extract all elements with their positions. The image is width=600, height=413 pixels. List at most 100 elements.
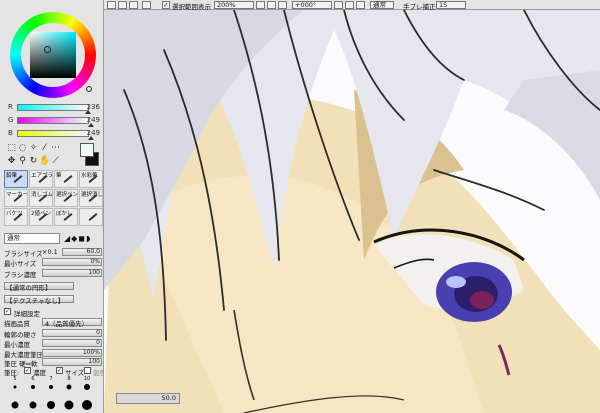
lasso-icon[interactable]: ◌ [17,143,28,155]
slider-r-bar[interactable] [17,104,89,111]
brush-cell[interactable]: 水彩筆 [79,170,103,188]
edge-row[interactable]: 輪郭の硬さ 0 [4,329,102,339]
brush-size-preset[interactable]: 6 [24,376,42,394]
brush-cell[interactable]: エアブラシ [29,170,53,188]
move-icon[interactable]: ✥ [6,156,17,168]
brush-size-label: ブラシサイズ [4,250,43,258]
show-selection-checkbox[interactable]: ✓ [162,1,170,9]
slider-g-bar[interactable] [17,117,89,124]
brush-cell[interactable]: 2値ペン [29,208,53,226]
brush-cell[interactable]: 選択消し [79,189,103,207]
brush-size-preset[interactable] [42,394,60,412]
brush-cell[interactable]: マーカー [4,189,28,207]
brush-dot-icon [49,385,53,389]
brush-grid: 鉛筆 エアブラシ筆 水彩筆マーカー消しゴム選択ペン選択消しバケツ2値ペンぼかし [4,170,103,226]
slider-g-label: G [8,116,14,124]
hue-cursor[interactable] [86,86,92,92]
toolbar-button-2[interactable] [118,1,127,9]
zoom-out-button[interactable] [256,1,265,9]
brush-cell[interactable]: 筆 [54,170,78,188]
rotation-select[interactable]: +000° [292,1,332,9]
min-density-label: 最小濃度 [4,341,30,349]
advanced-checkbox[interactable]: ✓ [4,308,11,315]
min-density-row[interactable]: 最小濃度 0 [4,339,102,349]
brush-size-row[interactable]: ブラシサイズ ×0.1 60.0 [4,248,102,258]
foreground-color-swatch[interactable] [80,143,94,157]
brush-cell-label: 鉛筆 [6,173,18,179]
magic-wand-icon[interactable]: ✧ [28,143,39,155]
pressure-size-checkbox[interactable]: ✓ [56,367,63,374]
stabilizer-select[interactable]: 15 [436,1,466,9]
pressure-row: 筆圧: ✓ 濃度 ✓ サイズ 混色 [4,367,106,377]
slider-r[interactable]: R 236 [2,102,102,114]
min-size-row[interactable]: 最小サイズ 0% [4,258,102,268]
brush-size-preset[interactable]: 5 [6,376,24,394]
brush-cell[interactable]: バケツ [4,208,28,226]
pressure-hardness-row[interactable]: 筆圧 硬⇔軟 100 [4,358,102,368]
hand-icon[interactable] [61,143,72,155]
brush-cell[interactable]: 鉛筆 [4,170,28,188]
saturation-value-square[interactable] [30,32,76,78]
text-icon[interactable]: ⋯ [50,143,61,155]
drawing-canvas[interactable] [104,10,600,413]
zoom-icon[interactable]: ⚲ [17,156,28,168]
rotate-reset-button[interactable] [356,1,365,9]
view-mode-select[interactable]: 通常 [370,1,394,9]
toolbar-button-4[interactable] [142,1,151,9]
max-pressure-value: 100% [82,349,100,356]
brush-cell[interactable]: 消しゴム [29,189,53,207]
min-density-bar[interactable] [42,339,102,347]
brush-size-preset[interactable]: 10 [78,376,96,394]
rotate-icon[interactable]: ↻ [28,156,39,168]
brush-size-status: 50.0 [116,393,180,404]
toolbar-button-1[interactable] [107,1,116,9]
zoom-in-button[interactable] [267,1,276,9]
zoom-select[interactable]: 200% [214,1,254,9]
min-size-value: 0% [90,258,100,265]
slider-g[interactable]: G 249 [2,115,102,127]
brush-size-preset[interactable]: 8 [60,376,78,394]
advanced-row[interactable]: ✓ 詳細設定 [4,308,102,318]
blend-mode-select[interactable]: 通常 [4,233,60,244]
brush-dot-icon [31,385,35,389]
rotate-left-button[interactable] [334,1,343,9]
max-pressure-row[interactable]: 最大濃度筆圧 100% [4,349,102,359]
eyedropper-icon[interactable]: ⟋ [50,156,61,168]
select-rect-icon[interactable]: ⬚ [6,143,17,155]
brush-cell[interactable]: ぼかし [54,208,78,226]
slider-b[interactable]: B 249 [2,128,102,140]
brush-size-preset-label: 10 [83,376,91,382]
sv-cursor[interactable] [44,46,51,53]
shape-row[interactable]: 【通常の円形】 [4,282,102,292]
zoom-reset-button[interactable] [278,1,287,9]
brush-size-mult[interactable]: ×0.1 [42,248,58,256]
brush-size-preset[interactable]: 7 [42,376,60,394]
brush-cell[interactable] [79,208,103,226]
slider-b-bar[interactable] [17,130,89,137]
rotate-right-button[interactable] [345,1,354,9]
brush-size-preset[interactable] [6,394,24,412]
toolbar-button-3[interactable] [129,1,138,9]
density-value: 100 [88,269,100,276]
brush-size-presets: 5 6 7 8 10 [6,376,100,412]
brush-size-preset-label: 5 [13,376,17,382]
top-toolbar: ✓ 選択範囲表示 200% +000° 通常 手ブレ補正 15 [104,0,600,11]
brush-size-preset[interactable] [78,394,96,412]
pressure-density-checkbox[interactable]: ✓ [24,367,31,374]
tool-panel: R 236 G 249 B 249 ⬚ ◌ ✧ ⁄ ⋯ ✥ ⚲ ↻ ✋ ⟋ 鉛筆… [0,0,106,413]
brush-size-preset[interactable] [60,394,78,412]
pressure-blend-checkbox[interactable] [84,367,91,374]
brush-dot-icon [66,384,72,390]
brush-tip-shapes[interactable]: ◢◆◼◗ [64,234,91,243]
density-row[interactable]: ブラシ濃度 100 [4,269,102,279]
pressure-hardness-value: 100 [88,358,100,365]
brush-cell[interactable]: 選択ペン [54,189,78,207]
quality-row[interactable]: 描画品質 4（品質優先） [4,318,102,328]
pan-icon[interactable]: ✋ [39,156,50,168]
color-wheel[interactable] [10,12,96,98]
min-density-value: 0 [96,339,100,346]
texture-row[interactable]: 【テクスチャなし】 [4,295,102,305]
wand-icon[interactable]: ⁄ [39,143,50,155]
edge-bar[interactable] [42,329,102,337]
brush-size-preset[interactable] [24,394,42,412]
